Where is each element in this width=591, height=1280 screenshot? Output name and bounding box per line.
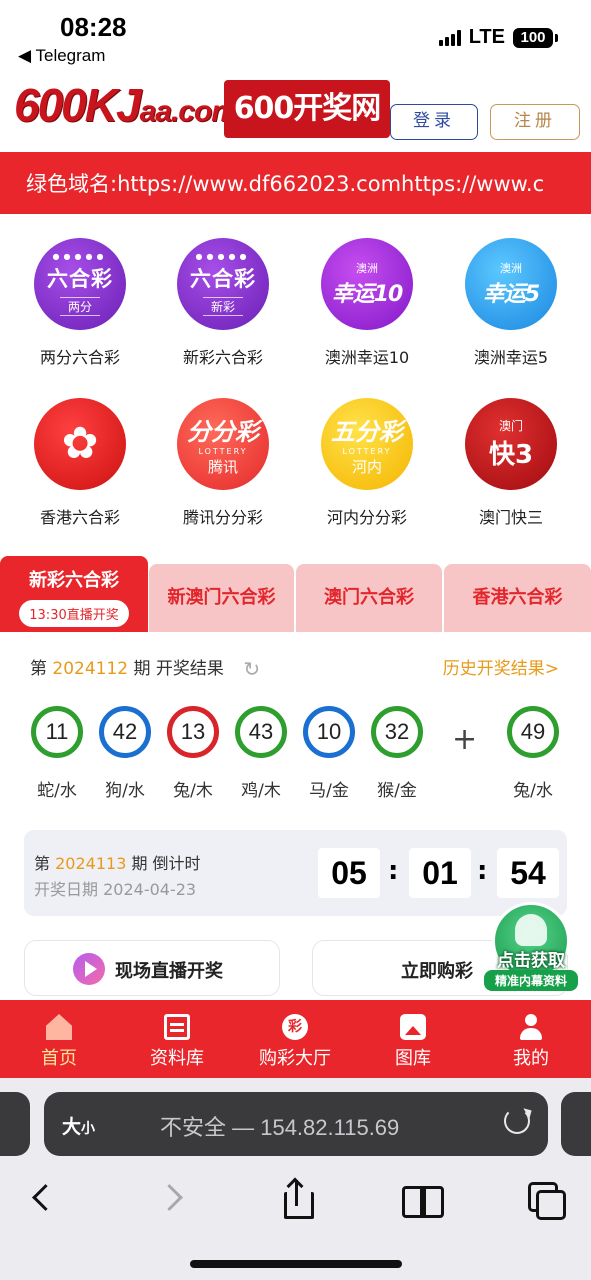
- user-icon: [518, 1014, 544, 1040]
- countdown-hours: 05: [318, 848, 380, 898]
- liuhecai-icon: ●●●●● 六合彩 两分: [34, 238, 126, 330]
- url-text: 不安全 — 154.82.115.69: [160, 1115, 400, 1140]
- address-bar[interactable]: 大小 不安全 — 154.82.115.69: [44, 1092, 548, 1156]
- bookmarks-icon[interactable]: [400, 1178, 444, 1222]
- game-item-hanoi[interactable]: 五分彩 LOTTERY 河内 河内分分彩: [297, 398, 437, 528]
- home-icon: [46, 1014, 72, 1040]
- nav-profile[interactable]: 我的: [472, 1014, 590, 1070]
- game-item-xincai[interactable]: ●●●●● 六合彩 新彩 新彩六合彩: [153, 238, 293, 368]
- fenfencai-icon: 分分彩 LOTTERY 腾讯: [177, 398, 269, 490]
- game-name: 香港六合彩: [39, 508, 120, 527]
- tab-xincai[interactable]: 新彩六合彩 13:30直播开奖: [0, 556, 148, 632]
- lucky5-icon: 澳洲 幸运5: [465, 238, 557, 330]
- issue-number: 2024112: [52, 659, 129, 679]
- liuhecai-icon: ●●●●● 六合彩 新彩: [177, 238, 269, 330]
- bauhinia-icon: ✿: [34, 398, 126, 490]
- countdown-minutes: 01: [409, 848, 471, 898]
- countdown-colon: :: [388, 856, 399, 886]
- tab-label: 新彩六合彩: [29, 570, 119, 591]
- domain-notice-marquee: 绿色域名:https://www.df662023.comhttps://www…: [0, 152, 591, 214]
- game-name: 两分六合彩: [39, 348, 120, 367]
- game-item-lucky5[interactable]: 澳洲 幸运5 澳洲幸运5: [441, 238, 581, 368]
- live-draw-button[interactable]: 现场直播开奖: [24, 940, 280, 996]
- bottom-nav: 首页 资料库 彩 购彩大厅 图库 我的: [0, 1000, 591, 1078]
- clock: 08:28: [60, 12, 127, 42]
- tab-macau[interactable]: 澳门六合彩: [296, 564, 442, 632]
- game-item-liangfen[interactable]: ●●●●● 六合彩 两分 两分六合彩: [10, 238, 150, 368]
- next-issue-line: 第 2024113 期 倒计时: [34, 854, 201, 873]
- logo-main-text: 600KJ: [14, 79, 142, 131]
- register-button[interactable]: 注册: [490, 104, 580, 140]
- draw-date-line: 开奖日期 2024-04-23: [34, 880, 197, 899]
- game-name: 澳洲幸运10: [324, 348, 410, 367]
- home-indicator: [190, 1260, 402, 1268]
- reload-icon[interactable]: [504, 1108, 530, 1134]
- draw-date: 2024-04-23: [103, 880, 197, 899]
- lottery-tabs: 新彩六合彩 13:30直播开奖 新澳门六合彩 澳门六合彩 香港六合彩: [0, 556, 591, 632]
- nav-database[interactable]: 资料库: [118, 1014, 236, 1070]
- document-icon: [164, 1014, 190, 1040]
- status-indicators: LTE 100: [438, 26, 558, 49]
- back-to-telegram-link[interactable]: ◀ Telegram: [18, 46, 105, 66]
- tabs-icon[interactable]: [524, 1178, 568, 1222]
- share-icon[interactable]: [276, 1177, 320, 1222]
- live-time-badge: 13:30直播开奖: [19, 600, 129, 627]
- play-icon: [73, 953, 105, 985]
- text-size-button[interactable]: 大小: [62, 1112, 95, 1139]
- marquee-text: 绿色域名:https://www.df662023.comhttps://www…: [26, 172, 545, 196]
- lottery-icon: 彩: [282, 1014, 308, 1040]
- plus-sign: +: [452, 722, 478, 757]
- forward-icon[interactable]: [152, 1178, 196, 1222]
- result-ball: 10 马/金: [302, 706, 356, 801]
- game-name: 河内分分彩: [326, 508, 407, 527]
- kuai3-icon: 澳门 快3: [465, 398, 557, 490]
- site-header: 600KJaa.com 600开奖网 登录 注册: [0, 74, 591, 150]
- back-icon[interactable]: [22, 1178, 66, 1222]
- tab-new-macau[interactable]: 新澳门六合彩: [149, 564, 294, 632]
- special-ball: 49 兔/水: [506, 706, 560, 801]
- next-issue-number: 2024113: [55, 854, 127, 873]
- game-item-lucky10[interactable]: 澳洲 幸运10 澳洲幸运10: [297, 238, 437, 368]
- result-ball: 43 鸡/木: [234, 706, 288, 801]
- tab-hongkong[interactable]: 香港六合彩: [444, 564, 591, 632]
- countdown-colon: :: [477, 856, 488, 886]
- game-grid: ●●●●● 六合彩 两分 两分六合彩 ●●●●● 六合彩 新彩 新彩六合彩 澳洲…: [0, 228, 591, 548]
- browser-toolbar: 大小 不安全 — 154.82.115.69: [0, 1078, 591, 1280]
- insider-info-float-button[interactable]: 点击获取 精准内幕资料: [484, 902, 578, 992]
- status-bar: 08:28 ◀ Telegram LTE 100: [0, 0, 591, 70]
- gallery-icon: [400, 1014, 426, 1040]
- game-name: 新彩六合彩: [182, 348, 263, 367]
- site-logo[interactable]: 600KJaa.com: [14, 78, 238, 132]
- result-ball: 42 狗/水: [98, 706, 152, 801]
- signal-icon: [438, 29, 461, 46]
- game-item-macau-k3[interactable]: 澳门 快3 澳门快三: [441, 398, 581, 528]
- nav-gallery[interactable]: 图库: [354, 1014, 472, 1070]
- nav-home[interactable]: 首页: [0, 1014, 118, 1070]
- history-results-link[interactable]: 历史开奖结果>: [443, 654, 559, 679]
- network-type: LTE: [468, 26, 505, 48]
- lucky10-icon: 澳洲 幸运10: [321, 238, 413, 330]
- countdown-seconds: 54: [497, 848, 559, 898]
- battery-icon: 100: [513, 27, 558, 48]
- game-name: 腾讯分分彩: [182, 508, 263, 527]
- game-name: 澳洲幸运5: [473, 348, 549, 367]
- result-ball: 13 兔/木: [166, 706, 220, 801]
- login-button[interactable]: 登录: [390, 104, 478, 140]
- nav-lottery-hall[interactable]: 彩 购彩大厅: [236, 1014, 354, 1070]
- result-balls: 11 蛇/水 42 狗/水 13 兔/木 43 鸡/木 10 马/金 32 猴/…: [0, 706, 591, 816]
- game-item-tencent[interactable]: 分分彩 LOTTERY 腾讯 腾讯分分彩: [153, 398, 293, 528]
- game-item-hk[interactable]: ✿ 香港六合彩: [10, 398, 150, 528]
- result-ball: 11 蛇/水: [30, 706, 84, 801]
- site-logo-cn: 600开奖网: [224, 80, 390, 138]
- logo-domain-text: aa.com: [139, 95, 238, 128]
- refresh-icon[interactable]: ↻: [243, 657, 260, 681]
- result-ball: 32 猴/金: [370, 706, 424, 801]
- next-tab-edge[interactable]: [561, 1092, 591, 1156]
- user-group-icon: [515, 914, 547, 946]
- wufencai-icon: 五分彩 LOTTERY 河内: [321, 398, 413, 490]
- previous-tab-edge[interactable]: [0, 1092, 30, 1156]
- game-name: 澳门快三: [478, 508, 543, 527]
